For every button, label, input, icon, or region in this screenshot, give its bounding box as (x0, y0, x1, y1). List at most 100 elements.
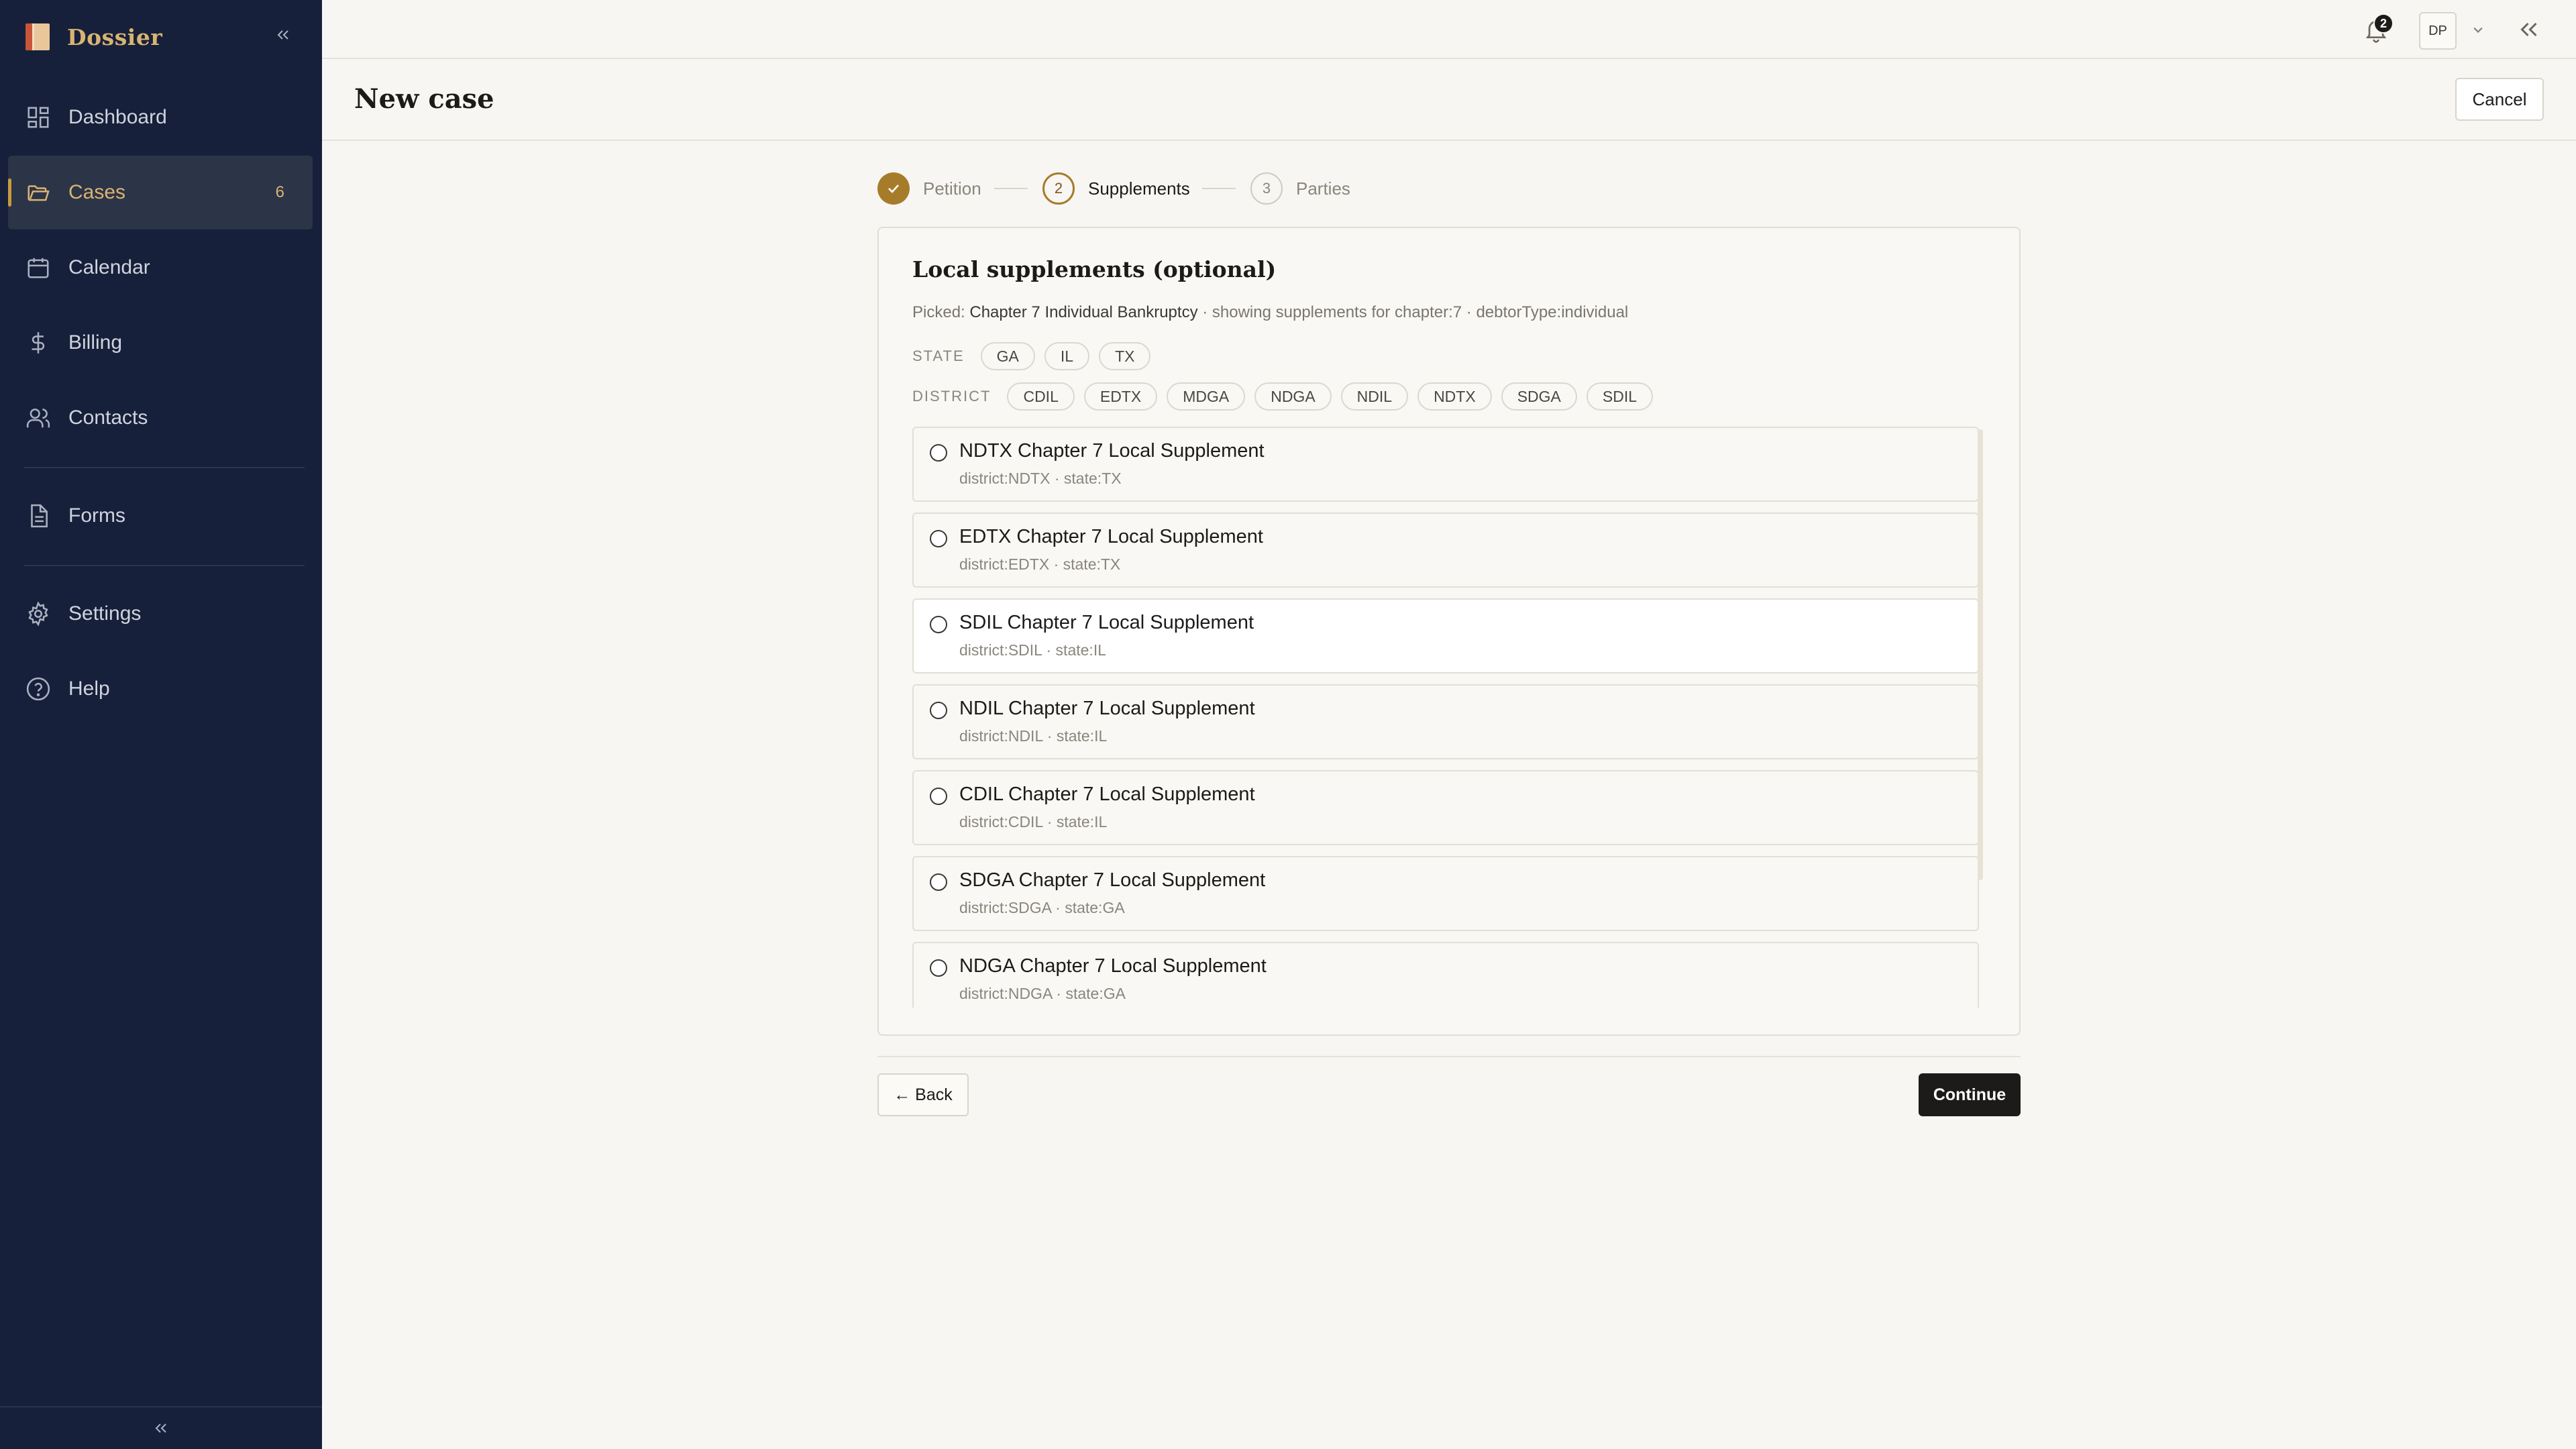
step-number: 3 (1250, 172, 1283, 205)
sidebar-divider (24, 467, 305, 468)
sidebar-item-billing[interactable]: Billing (8, 306, 313, 380)
chevrons-left-icon[interactable] (2517, 17, 2541, 42)
sidebar-item-label: Dashboard (68, 106, 167, 128)
page-title: New case (354, 83, 494, 115)
state-filter-row: STATE GA IL TX (912, 342, 1151, 370)
back-button[interactable]: ← Back (877, 1073, 969, 1116)
supplement-title: SDGA Chapter 7 Local Supplement (959, 869, 1266, 891)
cancel-button[interactable]: Cancel (2455, 78, 2544, 121)
supplement-meta: district:NDIL · state:IL (959, 727, 1108, 745)
supplement-title: SDIL Chapter 7 Local Supplement (959, 612, 1254, 633)
supplement-option[interactable]: SDGA Chapter 7 Local Supplement district… (912, 856, 1979, 931)
supplement-option[interactable]: NDGA Chapter 7 Local Supplement district… (912, 942, 1979, 1008)
sidebar: Dossier Dashboard Cases 6 Calendar Billi… (0, 0, 322, 1449)
district-chip[interactable]: EDTX (1083, 382, 1158, 411)
radio-button[interactable] (930, 873, 947, 891)
app-name: Dossier (67, 23, 163, 50)
sidebar-item-label: Billing (68, 331, 123, 354)
state-chip[interactable]: TX (1099, 342, 1151, 370)
step-label: Petition (923, 178, 981, 199)
radio-button[interactable] (930, 959, 947, 977)
topbar (322, 0, 2576, 59)
district-chip[interactable]: NDIL (1340, 382, 1409, 411)
book-logo-icon (25, 23, 50, 50)
document-icon (31, 504, 48, 528)
district-chip[interactable]: CDIL (1007, 382, 1075, 411)
notification-count-badge: 2 (2373, 13, 2394, 34)
brand[interactable]: Dossier (24, 20, 162, 54)
card-title: Local supplements (optional) (912, 256, 1277, 282)
footer-divider (877, 1056, 2021, 1057)
sidebar-item-forms[interactable]: Forms (8, 479, 313, 553)
dashboard-icon (28, 107, 49, 128)
sidebar-item-calendar[interactable]: Calendar (8, 231, 313, 305)
dollar-icon (32, 332, 45, 354)
supplement-option[interactable]: NDTX Chapter 7 Local Supplement district… (912, 427, 1979, 502)
district-filter-row: DISTRICT CDIL EDTX MDGA NDGA NDIL NDTX S… (912, 382, 1654, 411)
page-header: New case Cancel (322, 59, 2576, 141)
picked-prefix: Picked: (912, 303, 970, 321)
step-petition[interactable]: Petition (877, 172, 981, 205)
continue-button[interactable]: Continue (1919, 1073, 2021, 1116)
supplement-meta: district:NDGA · state:GA (959, 985, 1126, 1002)
picked-filters: · showing supplements for chapter:7 · de… (1197, 303, 1629, 321)
chevrons-left-icon (155, 1424, 166, 1433)
radio-button[interactable] (930, 788, 947, 805)
supplement-list[interactable]: NDTX Chapter 7 Local Supplement district… (912, 427, 1994, 1008)
district-chip[interactable]: SDIL (1586, 382, 1654, 411)
district-chip[interactable]: MDGA (1167, 382, 1246, 411)
sidebar-item-contacts[interactable]: Contacts (8, 381, 313, 455)
supplement-option[interactable]: SDIL Chapter 7 Local Supplement district… (912, 598, 1979, 674)
sidebar-item-label: Help (68, 678, 110, 700)
district-chip[interactable]: SDGA (1501, 382, 1577, 411)
supplement-option[interactable]: NDIL Chapter 7 Local Supplement district… (912, 684, 1979, 759)
sidebar-item-label: Settings (68, 602, 142, 625)
district-chip[interactable]: NDTX (1417, 382, 1492, 411)
step-label: Parties (1296, 178, 1350, 199)
radio-button[interactable] (930, 530, 947, 547)
gear-icon (28, 601, 48, 627)
help-icon (26, 677, 50, 701)
step-connector (994, 188, 1028, 189)
sidebar-divider (24, 565, 305, 566)
radio-button[interactable] (930, 444, 947, 462)
radio-button[interactable] (930, 702, 947, 719)
sidebar-item-cases[interactable]: Cases 6 (8, 156, 313, 229)
collapse-sidebar-button[interactable] (271, 23, 295, 47)
state-filter-label: STATE (912, 347, 965, 364)
chevrons-left-icon (277, 30, 288, 40)
step-parties[interactable]: 3 Parties (1250, 172, 1350, 205)
supplement-title: NDIL Chapter 7 Local Supplement (959, 698, 1255, 719)
chevron-down-icon[interactable] (2469, 20, 2487, 39)
sidebar-item-settings[interactable]: Settings (8, 577, 313, 651)
supplement-meta: district:SDGA · state:GA (959, 899, 1125, 916)
user-avatar[interactable]: DP (2419, 12, 2457, 50)
step-connector (1202, 188, 1236, 189)
sidebar-item-label: Contacts (68, 407, 148, 429)
users-icon (26, 409, 50, 428)
step-label: Supplements (1088, 178, 1190, 199)
sidebar-item-dashboard[interactable]: Dashboard (8, 80, 313, 154)
supplement-option[interactable]: EDTX Chapter 7 Local Supplement district… (912, 513, 1979, 588)
sidebar-item-help[interactable]: Help (8, 652, 313, 726)
folder-icon (28, 185, 50, 201)
supplement-meta: district:SDIL · state:IL (959, 641, 1106, 659)
list-scrollbar[interactable] (1978, 429, 1983, 880)
supplement-title: NDTX Chapter 7 Local Supplement (959, 440, 1265, 462)
check-icon (888, 184, 899, 193)
district-chip[interactable]: NDGA (1254, 382, 1332, 411)
supplement-title: EDTX Chapter 7 Local Supplement (959, 526, 1263, 547)
supplement-title: CDIL Chapter 7 Local Supplement (959, 784, 1255, 805)
step-supplements[interactable]: 2 Supplements (1042, 172, 1190, 205)
step-complete-indicator (877, 172, 910, 205)
state-chip[interactable]: GA (980, 342, 1035, 370)
sidebar-item-label: Forms (68, 504, 125, 527)
supplements-card: Local supplements (optional) Picked: Cha… (877, 227, 2021, 1036)
state-chip[interactable]: IL (1044, 342, 1090, 370)
supplement-meta: district:EDTX · state:TX (959, 555, 1121, 573)
sidebar-footer-collapse-button[interactable] (0, 1406, 322, 1449)
picked-summary: Picked: Chapter 7 Individual Bankruptcy … (912, 303, 1628, 322)
district-filter-label: DISTRICT (912, 388, 991, 405)
radio-button[interactable] (930, 616, 947, 633)
supplement-option[interactable]: CDIL Chapter 7 Local Supplement district… (912, 770, 1979, 845)
